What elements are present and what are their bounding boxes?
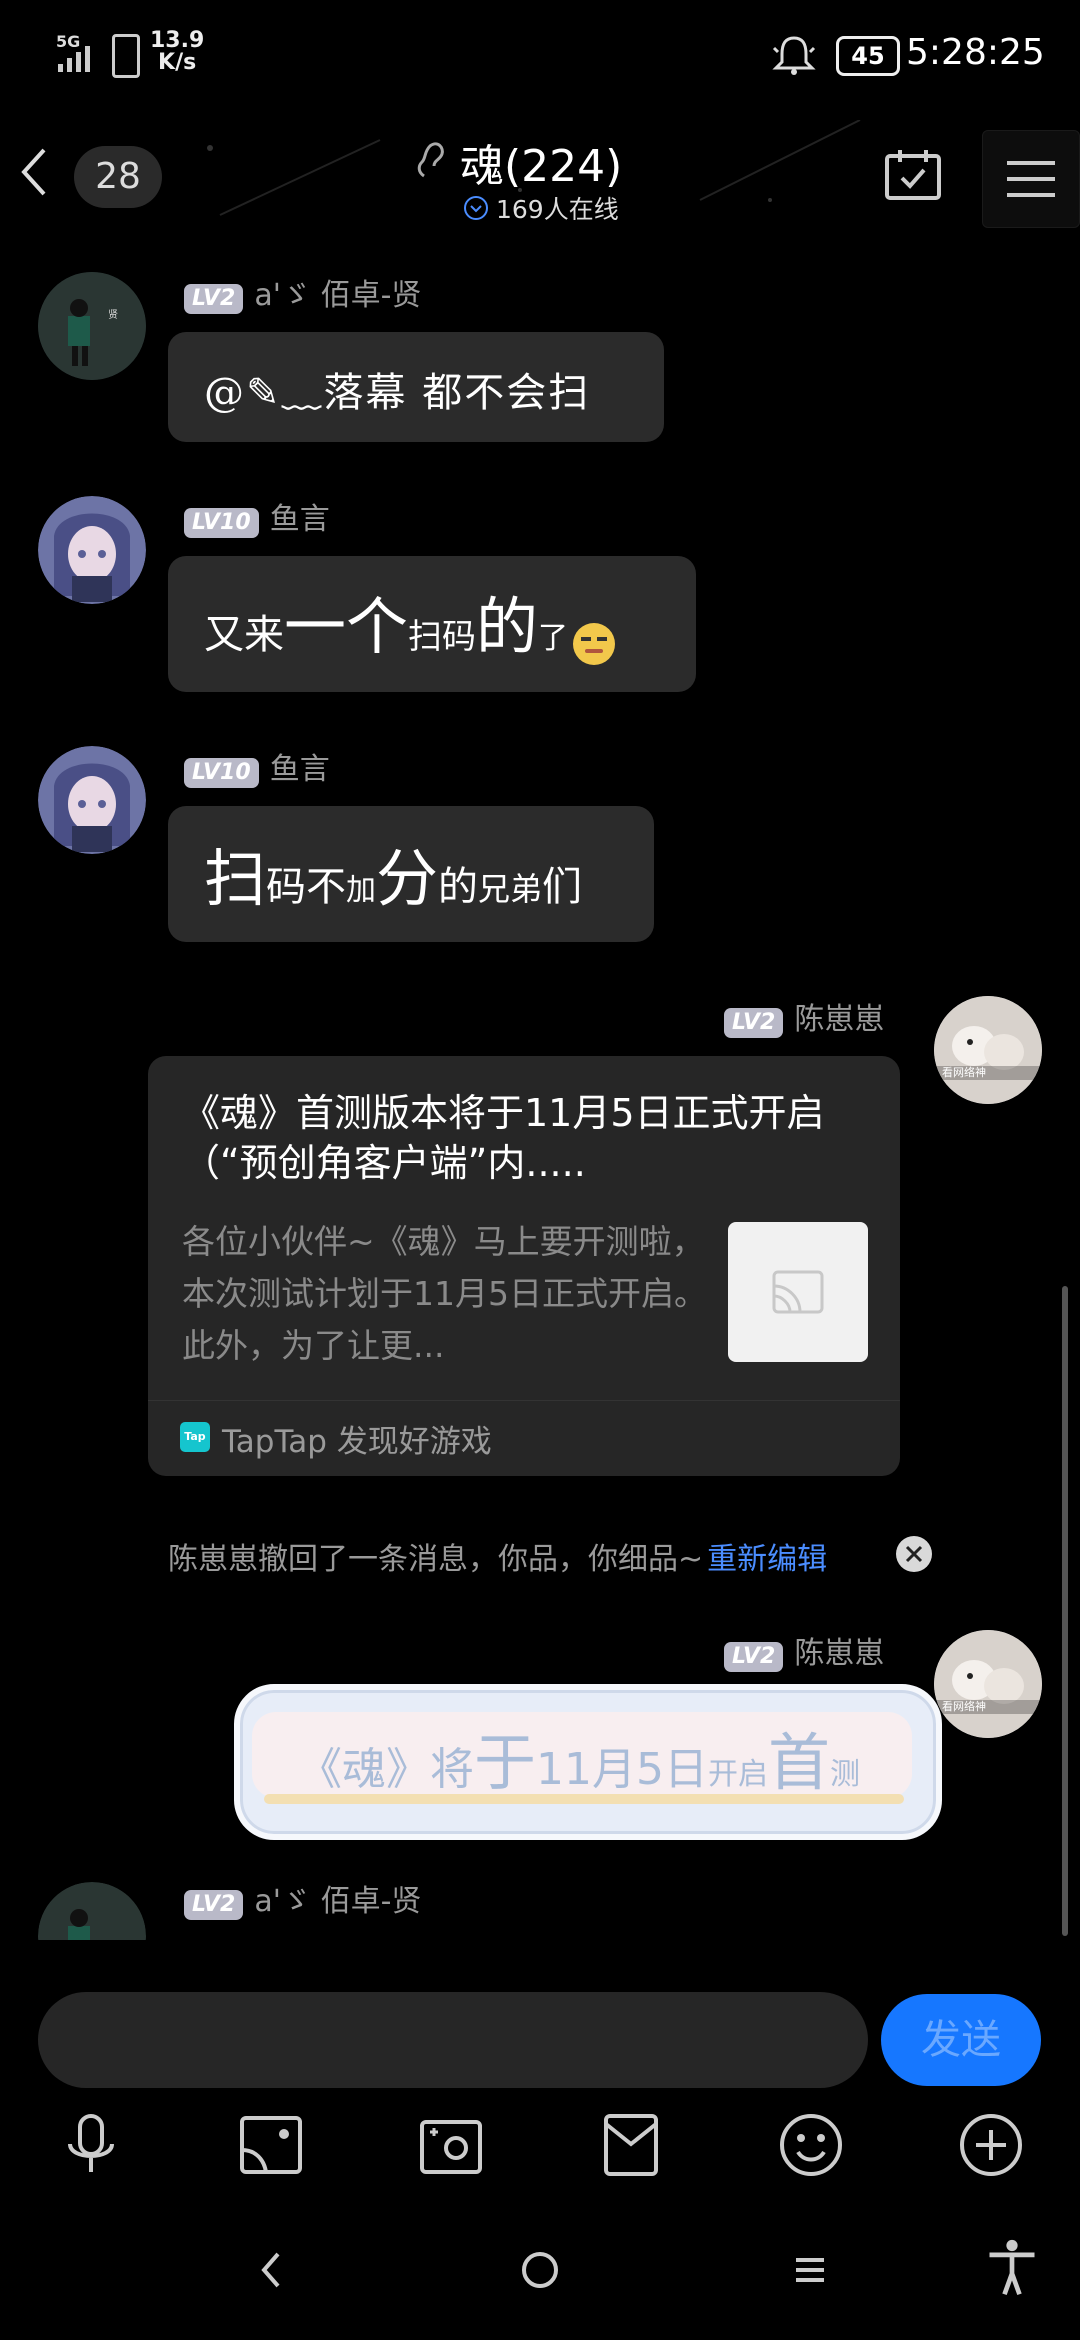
text-segment: 们 — [542, 864, 583, 910]
message-bubble[interactable]: @✎﹏落幕 都不会扫 — [168, 332, 664, 442]
clock: 5:28:25 — [906, 32, 1045, 73]
sender-name[interactable]: 鱼言 — [270, 502, 330, 537]
avatar[interactable] — [38, 746, 146, 854]
camera-icon[interactable] — [416, 2110, 486, 2180]
sticker-text: 《魂》将于11月5日开启首测 — [298, 1712, 860, 1802]
sender-row: LV2 a'ゞ 佰卓-贤 — [184, 270, 421, 314]
sender-name[interactable]: 鱼言 — [270, 752, 330, 787]
text-segment: 开启 — [708, 1757, 768, 1792]
level-badge: LV10 — [184, 758, 259, 788]
network-speed: 13.9 K/s — [150, 30, 204, 74]
online-count: 169人在线 — [496, 195, 619, 224]
sender-name[interactable]: a'ゞ 佰卓-贤 — [254, 278, 421, 313]
text-segment: 分 — [376, 842, 439, 915]
signal-icon: 5G — [56, 32, 104, 72]
calendar-check-icon[interactable] — [884, 148, 942, 202]
text-segment: 了 — [538, 621, 569, 656]
text-segment: 测 — [830, 1757, 861, 1792]
text-segment: 的 — [438, 864, 479, 910]
card-description: 各位小伙伴~《魂》马上要开测啦，本次测试计划于11月5日正式开启。此外，为了让更… — [182, 1222, 707, 1365]
message-text: 扫码不加分的兄弟们 — [204, 828, 582, 918]
level-badge: LV2 — [184, 1890, 244, 1920]
text-segment: 《魂》将 — [298, 1744, 474, 1795]
message-text: 又来一个扫码的了 — [204, 576, 616, 666]
recall-text: 陈崽崽撤回了一条消息，你品，你细品~ — [168, 1542, 704, 1577]
level-badge: LV2 — [724, 1008, 784, 1038]
hamburger-icon — [1007, 161, 1055, 197]
unread-count-badge[interactable]: 28 — [74, 146, 162, 208]
menu-button[interactable] — [982, 130, 1080, 228]
image-placeholder-icon — [772, 1270, 824, 1314]
level-badge: LV10 — [184, 508, 259, 538]
group-title[interactable]: 魂(224) — [460, 130, 760, 194]
level-badge: LV2 — [184, 284, 244, 314]
text-segment: 11月5日 — [536, 1744, 708, 1795]
menu-nav-icon[interactable] — [790, 2240, 830, 2300]
sender-row: LV2 陈崽崽 — [724, 1628, 884, 1672]
text-segment: 于 — [474, 1726, 537, 1799]
text-segment: 的 — [476, 590, 539, 663]
text-segment: 码不 — [266, 864, 347, 910]
mic-icon[interactable] — [56, 2110, 126, 2180]
card-title: 《魂》首测版本将于11月5日正式开启（“预创角客户端”内..... — [182, 1091, 825, 1185]
level-badge: LV2 — [724, 1642, 784, 1672]
ear-icon[interactable] — [410, 138, 450, 182]
avatar[interactable]: 看网络神 — [934, 1630, 1042, 1738]
accessibility-icon[interactable] — [984, 2238, 1040, 2298]
text-segment: 兄弟 — [478, 870, 543, 908]
online-status-icon — [464, 196, 488, 220]
taptap-logo-icon: Tap — [180, 1422, 210, 1452]
send-button[interactable]: 发送 — [881, 1994, 1041, 2086]
re-edit-link[interactable]: 重新编辑 — [707, 1542, 827, 1577]
sticker-bubble[interactable]: 《魂》将于11月5日开启首测 — [234, 1684, 942, 1840]
sender-row: LV10 鱼言 — [184, 494, 330, 538]
home-nav-icon[interactable] — [508, 2240, 572, 2300]
sender-row: LV2 陈崽崽 — [724, 994, 884, 1038]
back-icon[interactable] — [14, 142, 54, 202]
battery-indicator: 45 — [836, 36, 900, 76]
text-segment: 扫 — [204, 842, 267, 915]
smirk-emoji-icon — [573, 622, 616, 665]
share-card[interactable]: 《魂》首测版本将于11月5日正式开启（“预创角客户端”内..... 各位小伙伴~… — [148, 1056, 900, 1476]
text-segment: 加 — [346, 873, 377, 908]
svg-text:贤: 贤 — [108, 309, 118, 321]
text-segment: 扫码 — [408, 617, 477, 657]
card-divider — [148, 1400, 900, 1401]
scrollbar[interactable] — [1062, 1286, 1068, 1936]
image-icon[interactable] — [236, 2110, 306, 2180]
avatar[interactable]: 看网络神 — [934, 996, 1042, 1104]
sender-name[interactable]: 陈崽崽 — [794, 1636, 884, 1671]
emoji-icon[interactable] — [776, 2110, 846, 2180]
sender-name[interactable]: 陈崽崽 — [794, 1002, 884, 1037]
bell-icon — [772, 36, 816, 75]
sender-row: LV2 a'ゞ 佰卓-贤 — [184, 1876, 421, 1920]
avatar[interactable] — [38, 496, 146, 604]
sender-name[interactable]: a'ゞ 佰卓-贤 — [254, 1884, 421, 1919]
avatar[interactable]: 贤 — [38, 272, 146, 380]
status-bar: 5G 13.9 K/s 45 5:28:25 — [0, 0, 1080, 110]
message-bubble[interactable]: 扫码不加分的兄弟们 — [168, 806, 654, 942]
svg-text:看网络神: 看网络神 — [942, 1065, 986, 1079]
text-segment: 一个 — [284, 590, 409, 663]
recall-notice: 陈崽崽撤回了一条消息，你品，你细品~ 重新编辑 — [168, 1534, 827, 1578]
card-thumbnail — [728, 1222, 868, 1362]
plus-icon[interactable] — [956, 2110, 1026, 2180]
avatar[interactable] — [38, 1882, 146, 1940]
sender-row: LV10 鱼言 — [184, 744, 330, 788]
svg-text:看网络神: 看网络神 — [942, 1699, 986, 1713]
sim-icon — [112, 34, 140, 78]
text-segment: 首 — [768, 1726, 831, 1799]
text-segment: 又来 — [204, 612, 284, 658]
close-icon[interactable] — [896, 1536, 932, 1572]
message-input[interactable] — [38, 1992, 868, 2088]
message-bubble[interactable]: 又来一个扫码的了 — [168, 556, 696, 692]
message-list[interactable]: 贤 LV2 a'ゞ 佰卓-贤 @✎﹏落幕 都不会扫 LV10 鱼言 又来一个扫码… — [0, 240, 1080, 1940]
message-text: @✎﹏落幕 都不会扫 — [204, 370, 591, 416]
back-nav-icon[interactable] — [250, 2240, 290, 2300]
card-source: TapTap 发现好游戏 — [222, 1424, 492, 1460]
speed-unit: K/s — [158, 50, 197, 75]
speed-value: 13.9 — [150, 28, 205, 53]
red-packet-icon[interactable] — [596, 2110, 666, 2180]
